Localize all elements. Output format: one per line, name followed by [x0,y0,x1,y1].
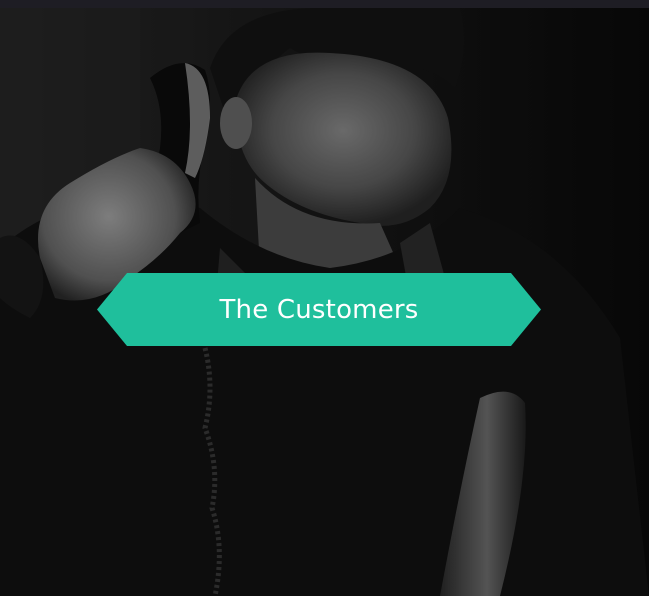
hexagon-banner-shape [97,273,541,346]
top-bar [0,0,649,8]
hero-section: The Customers [0,8,649,596]
the-customers-button[interactable]: The Customers [97,273,541,346]
